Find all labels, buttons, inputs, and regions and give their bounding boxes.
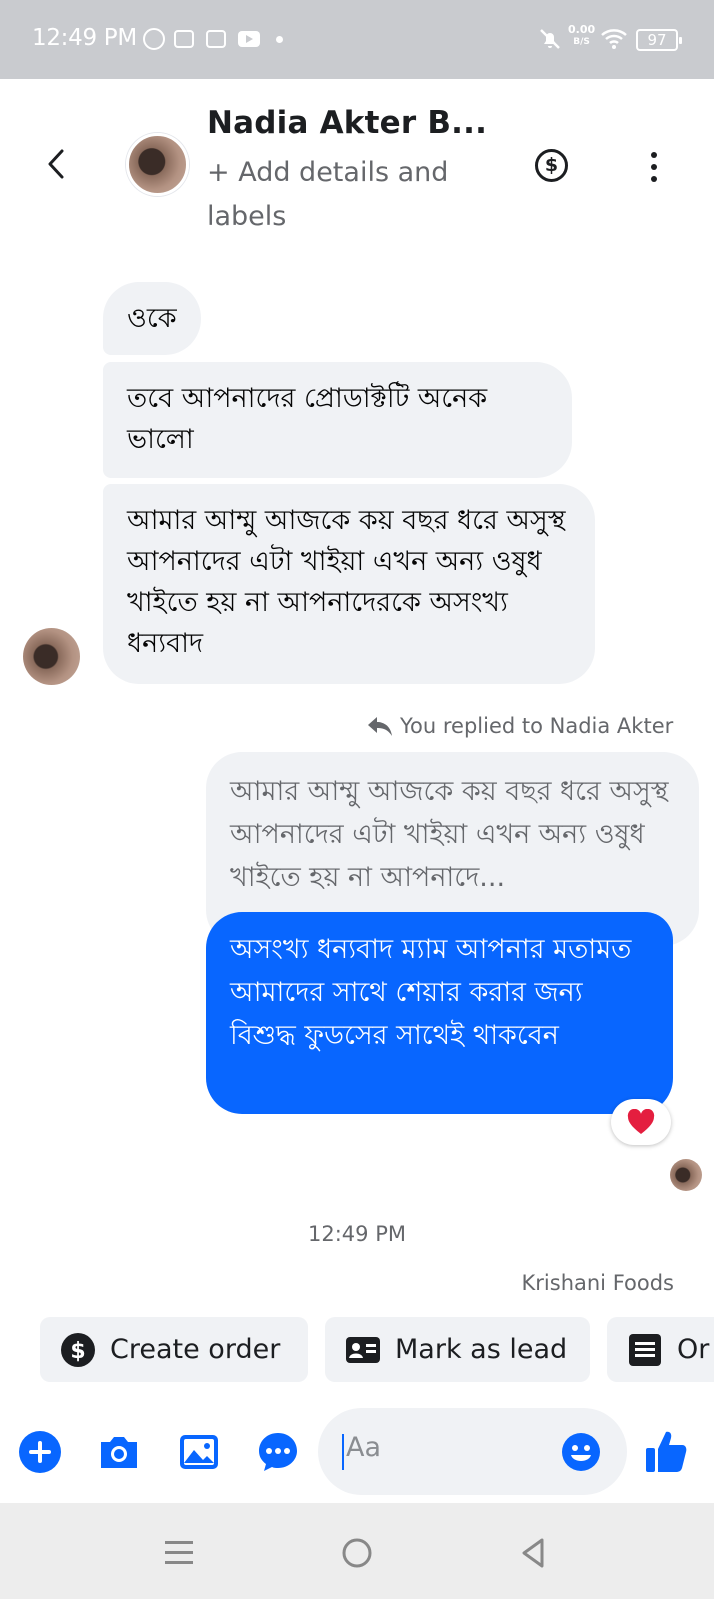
seen-avatar bbox=[670, 1159, 702, 1191]
plus-icon[interactable] bbox=[18, 1430, 62, 1474]
system-nav-bar bbox=[0, 1503, 714, 1599]
camera-icon[interactable] bbox=[97, 1430, 141, 1474]
contact-name[interactable]: Nadia Akter B... bbox=[207, 105, 487, 141]
more-options-icon[interactable] bbox=[650, 152, 658, 182]
create-order-label: Create order bbox=[110, 1334, 281, 1365]
contact-avatar[interactable] bbox=[126, 133, 189, 196]
back-nav-icon[interactable] bbox=[516, 1535, 552, 1571]
composer: Aa bbox=[0, 1400, 714, 1500]
sync-icon bbox=[143, 28, 165, 50]
net-speed: 0.00 B/S bbox=[568, 23, 596, 48]
orders-button[interactable]: Or bbox=[607, 1317, 714, 1382]
youtube-icon bbox=[238, 28, 260, 50]
photo-icon bbox=[206, 28, 226, 50]
reply-icon bbox=[368, 717, 392, 736]
outgoing-message[interactable]: অসংখ্য ধন্যবাদ ম্যাম আপনার মতামত আমাদের … bbox=[206, 912, 673, 1114]
mark-as-lead-button[interactable]: Mark as lead bbox=[325, 1317, 590, 1382]
chat-header: Nadia Akter B... + Add details and label… bbox=[0, 79, 714, 249]
chat-options-icon[interactable] bbox=[256, 1430, 300, 1474]
message-input[interactable]: Aa bbox=[318, 1408, 627, 1495]
battery-icon: 97 bbox=[636, 29, 682, 51]
page-sender-label: Krishani Foods bbox=[521, 1271, 674, 1295]
like-icon[interactable] bbox=[644, 1428, 688, 1474]
message-timestamp: 12:49 PM bbox=[308, 1222, 406, 1246]
heart-icon bbox=[627, 1109, 655, 1134]
orders-label: Or bbox=[677, 1334, 710, 1365]
list-icon bbox=[629, 1333, 661, 1366]
message-placeholder: Aa bbox=[346, 1432, 382, 1463]
add-details-link[interactable]: + Add details and labels bbox=[207, 151, 487, 239]
contact-card-icon bbox=[346, 1336, 380, 1363]
sender-avatar[interactable] bbox=[23, 628, 80, 685]
status-bar: 12:49 PM 0.00 B/S 97 bbox=[0, 0, 714, 79]
mute-icon bbox=[540, 29, 560, 49]
wifi-icon bbox=[601, 29, 627, 49]
dollar-icon: $ bbox=[61, 1332, 95, 1367]
incoming-message[interactable]: ওকে bbox=[103, 282, 201, 355]
reply-note: You replied to Nadia Akter bbox=[366, 714, 673, 738]
mark-as-lead-label: Mark as lead bbox=[395, 1334, 568, 1365]
home-icon[interactable] bbox=[339, 1535, 375, 1571]
status-time: 12:49 PM bbox=[32, 25, 137, 51]
menu-icon[interactable] bbox=[161, 1535, 197, 1571]
back-icon[interactable] bbox=[40, 147, 74, 181]
app-icon bbox=[174, 28, 194, 50]
incoming-message[interactable]: তবে আপনাদের প্রোডাক্টটি অনেক ভালো bbox=[103, 362, 572, 478]
payment-icon[interactable]: $ bbox=[535, 149, 568, 182]
emoji-icon[interactable] bbox=[561, 1432, 601, 1472]
svg-text:$: $ bbox=[70, 1339, 85, 1364]
text-caret bbox=[342, 1434, 344, 1470]
dot-icon bbox=[276, 28, 283, 50]
gallery-icon[interactable] bbox=[177, 1430, 221, 1474]
reply-note-text: You replied to Nadia Akter bbox=[400, 714, 674, 738]
message-reaction[interactable] bbox=[611, 1099, 671, 1145]
create-order-button[interactable]: $ Create order bbox=[40, 1317, 308, 1382]
incoming-message[interactable]: আমার আম্মু আজকে কয় বছর ধরে অসুস্থ আপনাদ… bbox=[103, 484, 595, 684]
